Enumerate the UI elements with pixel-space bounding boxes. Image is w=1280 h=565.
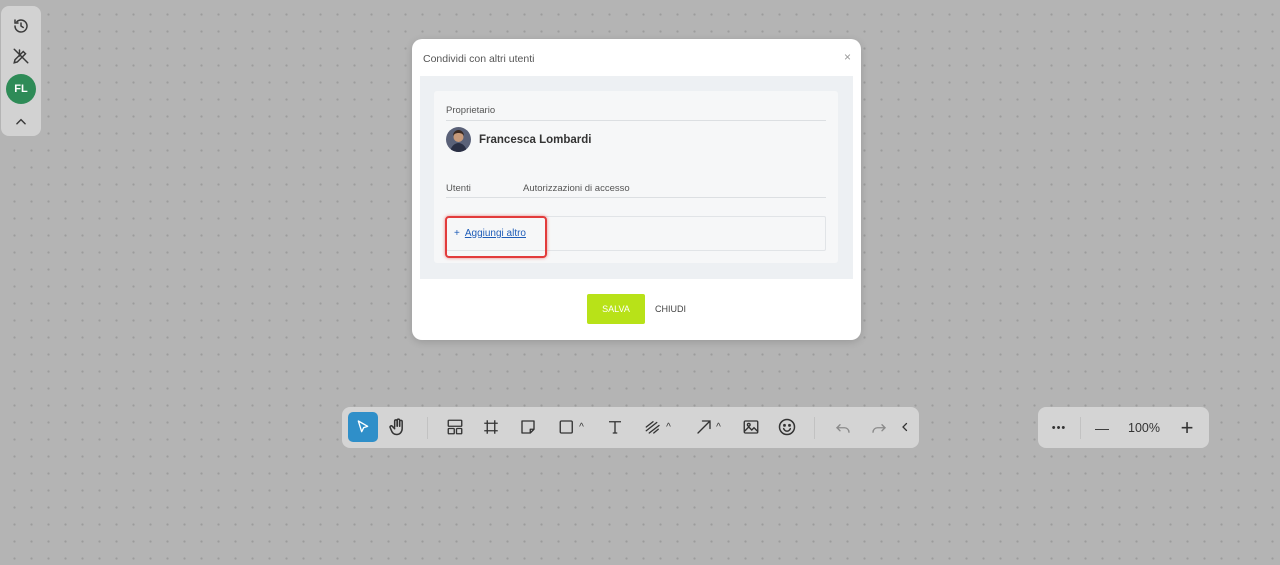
chevron-up-icon: ^ <box>666 421 671 433</box>
frame-tool[interactable] <box>478 412 504 442</box>
chevron-up-icon: ^ <box>579 421 584 433</box>
zoom-in-button[interactable]: + <box>1174 407 1200 448</box>
owner-label: Proprietario <box>446 105 496 116</box>
highlight-box <box>445 216 547 258</box>
toolbar-separator <box>1080 417 1081 439</box>
dialog-title: Condividi con altri utenti <box>423 53 535 65</box>
divider <box>446 197 826 198</box>
zoom-panel: ••• — 100% + <box>1038 407 1209 448</box>
pen-off-icon[interactable] <box>9 44 33 68</box>
text-tool[interactable] <box>602 412 628 442</box>
owner-row: Francesca Lombardi <box>446 127 591 152</box>
users-column-header: Utenti <box>446 183 471 194</box>
chevron-up-icon[interactable] <box>9 110 33 134</box>
close-button[interactable]: CHIUDI <box>655 304 686 314</box>
toolbar-separator <box>814 417 815 439</box>
user-avatar[interactable]: FL <box>6 74 36 104</box>
pen-tool[interactable]: ^ <box>638 412 676 442</box>
toolbar-separator <box>427 417 428 439</box>
select-tool[interactable] <box>348 412 378 442</box>
share-dialog: Condividi con altri utenti × Proprietari… <box>412 39 861 340</box>
history-icon[interactable] <box>9 14 33 38</box>
arrow-tool[interactable]: ^ <box>690 412 726 442</box>
chevron-left-icon[interactable] <box>896 412 914 442</box>
chevron-up-icon: ^ <box>716 421 721 433</box>
redo-icon[interactable] <box>866 412 892 442</box>
permissions-column-header: Autorizzazioni di accesso <box>523 183 630 194</box>
left-toolbar: FL <box>1 6 41 136</box>
hand-tool[interactable] <box>384 412 412 442</box>
sticky-note-tool[interactable] <box>515 412 541 442</box>
more-icon[interactable]: ••• <box>1044 407 1074 448</box>
close-icon[interactable]: × <box>844 50 851 64</box>
zoom-level: 100% <box>1128 420 1160 435</box>
bottom-toolbar: ^ ^ ^ <box>342 407 919 448</box>
owner-avatar <box>446 127 471 152</box>
save-button[interactable]: SALVA <box>587 294 645 324</box>
shape-tool[interactable]: ^ <box>552 412 590 442</box>
emoji-tool[interactable] <box>774 412 800 442</box>
zoom-out-button[interactable]: — <box>1090 407 1114 448</box>
divider <box>446 120 826 121</box>
owner-name: Francesca Lombardi <box>479 133 592 146</box>
templates-tool[interactable] <box>442 412 468 442</box>
image-tool[interactable] <box>738 412 764 442</box>
undo-icon[interactable] <box>830 412 856 442</box>
